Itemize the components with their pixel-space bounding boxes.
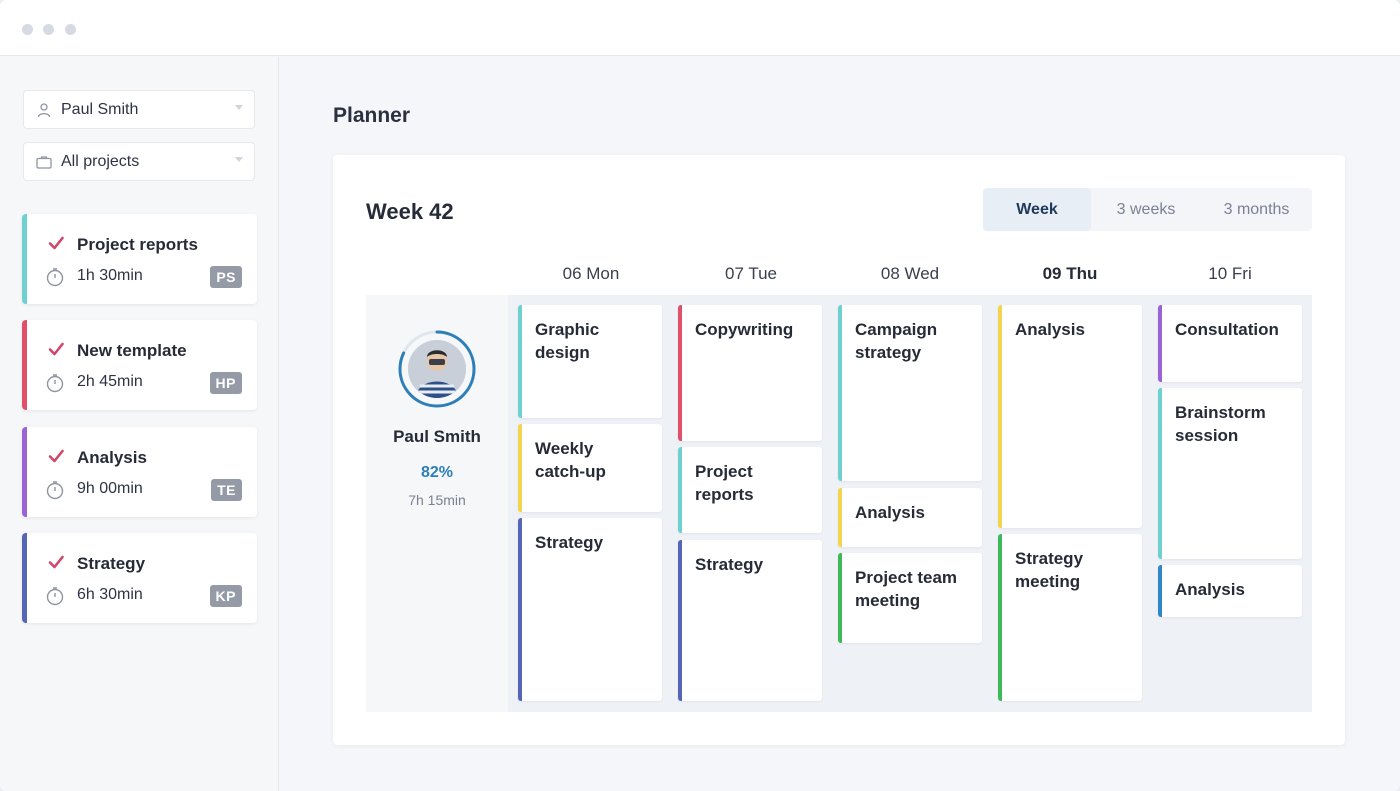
event-card[interactable]: Weekly catch-up <box>518 424 662 512</box>
event-title: Strategy meeting <box>1015 549 1084 591</box>
event-title: Consultation <box>1175 320 1279 339</box>
day-header: 09 Thu <box>1042 264 1098 283</box>
scheduled-hours: 7h 15min <box>408 492 466 508</box>
task-card[interactable]: Analysis 9h 00min TE <box>22 427 257 517</box>
view-3-months-button[interactable]: 3 months <box>1201 188 1312 231</box>
app-window: Paul Smith All projects Project reports … <box>0 0 1400 791</box>
event-title: Strategy <box>535 533 604 552</box>
check-icon <box>48 236 64 250</box>
event-card[interactable]: Project team meeting <box>838 553 982 643</box>
day-header: 07 Tue <box>725 264 777 283</box>
event-card[interactable]: Graphic design <box>518 305 662 418</box>
window-dot-icon[interactable] <box>22 24 33 35</box>
task-name: Strategy <box>77 554 146 573</box>
day-header: 10 Fri <box>1208 264 1252 283</box>
assignee-badge: HP <box>209 372 242 394</box>
stopwatch-icon <box>46 587 64 606</box>
avatar-photo-icon <box>408 340 466 398</box>
stopwatch-icon <box>46 268 64 287</box>
event-title: Analysis <box>855 503 925 522</box>
week-title: Week 42 <box>366 199 454 224</box>
view-switcher: Week 3 weeks 3 months <box>983 188 1312 231</box>
check-icon <box>48 342 64 356</box>
event-card[interactable]: Project reports <box>678 447 822 533</box>
event-card[interactable]: Strategy <box>678 540 822 701</box>
person-filter-label: Paul Smith <box>61 100 139 118</box>
task-time: 9h 00min <box>77 480 143 497</box>
window-dot-icon[interactable] <box>43 24 54 35</box>
planner-card: Week 42 Week 3 weeks 3 months 06 Mon 07 … <box>333 155 1345 745</box>
stopwatch-icon <box>46 374 64 393</box>
assignee-badge: PS <box>210 266 242 288</box>
event-title: Project team meeting <box>855 568 958 610</box>
person-filter-select[interactable]: Paul Smith <box>23 90 255 129</box>
person-name: Paul Smith <box>393 427 481 446</box>
project-filter-label: All projects <box>61 152 140 170</box>
assignee-badge: TE <box>211 479 242 501</box>
task-name: Analysis <box>77 448 147 467</box>
briefcase-icon <box>36 155 52 169</box>
check-icon <box>48 449 64 463</box>
task-card[interactable]: New template 2h 45min HP <box>22 320 257 410</box>
window-titlebar <box>0 0 1400 56</box>
stopwatch-icon <box>46 481 64 500</box>
project-filter-select[interactable]: All projects <box>23 142 255 181</box>
event-card[interactable]: Campaign strategy <box>838 305 982 481</box>
task-name: Project reports <box>77 235 198 254</box>
event-card[interactable]: Strategy meeting <box>998 534 1142 701</box>
event-title: Strategy <box>695 555 764 574</box>
event-card[interactable]: Consultation <box>1158 305 1302 382</box>
event-title: Copywriting <box>695 320 794 339</box>
task-name: New template <box>77 341 187 360</box>
view-3-weeks-button[interactable]: 3 weeks <box>1091 188 1201 231</box>
day-header: 06 Mon <box>562 264 620 283</box>
chevron-down-icon <box>235 157 243 162</box>
event-title: Campaign strategy <box>855 320 938 362</box>
event-card[interactable]: Analysis <box>1158 565 1302 617</box>
user-icon <box>37 102 51 117</box>
view-week-button[interactable]: Week <box>983 188 1091 231</box>
task-card[interactable]: Project reports 1h 30min PS <box>22 214 257 304</box>
event-card[interactable]: Analysis <box>838 488 982 547</box>
task-card[interactable]: Strategy 6h 30min KP <box>22 533 257 623</box>
day-header: 08 Wed <box>880 264 940 283</box>
task-time: 6h 30min <box>77 586 143 603</box>
event-card[interactable]: Strategy <box>518 518 662 701</box>
event-card[interactable]: Copywriting <box>678 305 822 441</box>
task-time: 2h 45min <box>77 373 143 390</box>
page-title: Planner <box>333 104 411 127</box>
event-title: Analysis <box>1175 580 1245 599</box>
utilization-percent: 82% <box>420 464 454 481</box>
event-title: Graphic design <box>535 320 600 362</box>
chevron-down-icon <box>235 105 243 110</box>
event-card[interactable]: Brainstorm session <box>1158 388 1302 559</box>
event-title: Brainstorm session <box>1175 403 1266 445</box>
event-card[interactable]: Analysis <box>998 305 1142 528</box>
avatar <box>408 340 466 398</box>
event-title: Analysis <box>1015 320 1085 339</box>
event-title: Weekly catch-up <box>535 439 606 481</box>
assignee-badge: KP <box>209 585 242 607</box>
task-time: 1h 30min <box>77 267 143 284</box>
sidebar: Paul Smith All projects Project reports … <box>0 57 279 791</box>
event-title: Project reports <box>695 462 754 504</box>
check-icon <box>48 555 64 569</box>
window-dot-icon[interactable] <box>65 24 76 35</box>
